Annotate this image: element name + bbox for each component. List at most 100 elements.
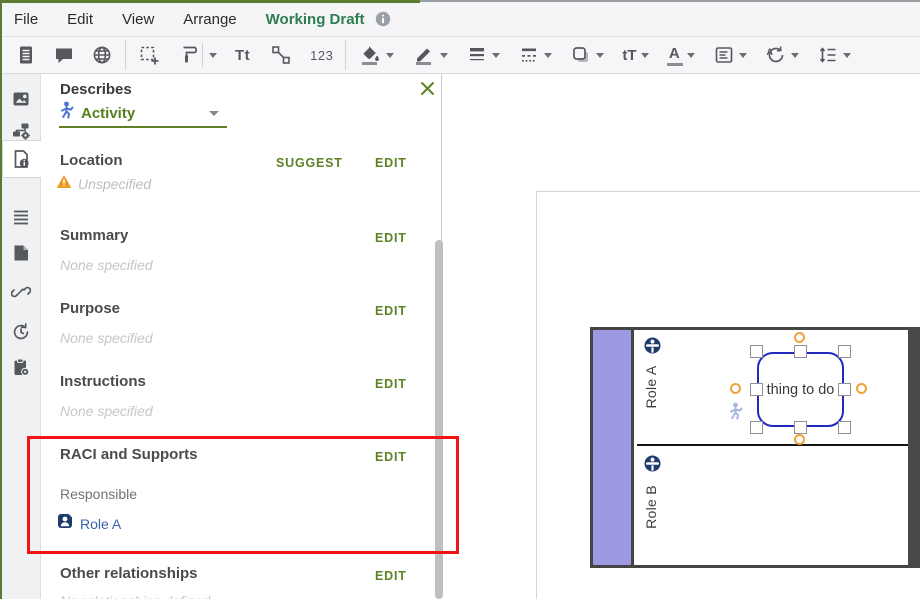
multi-select-icon[interactable] xyxy=(133,40,165,70)
note-icon[interactable] xyxy=(10,242,32,264)
type-selector-underline xyxy=(59,126,227,128)
resize-handle-sw[interactable] xyxy=(750,421,763,434)
history-icon[interactable] xyxy=(10,320,32,342)
info-icon[interactable] xyxy=(375,11,391,27)
activity-icon xyxy=(59,101,74,126)
edit-instructions-button[interactable]: EDIT xyxy=(375,377,407,391)
connection-point-east[interactable] xyxy=(856,383,867,394)
role-link[interactable]: Role A xyxy=(57,513,121,534)
chevron-down-icon[interactable] xyxy=(791,53,799,58)
details-icon[interactable] xyxy=(10,148,32,170)
section-instructions-title: Instructions xyxy=(60,373,146,390)
format-painter-icon[interactable] xyxy=(173,40,222,70)
document-icon[interactable] xyxy=(10,40,42,70)
role-link-label: Role A xyxy=(80,516,121,532)
role-icon xyxy=(644,455,661,477)
resize-handle-n[interactable] xyxy=(794,345,807,358)
font-color-icon[interactable]: A xyxy=(662,40,700,70)
menu-view[interactable]: View xyxy=(122,11,154,28)
resize-handle-w[interactable] xyxy=(750,383,763,396)
instructions-value: None specified xyxy=(60,403,153,419)
chevron-down-icon[interactable] xyxy=(386,53,394,58)
lane-label: Role A xyxy=(643,365,659,408)
swimlane-header-bar[interactable] xyxy=(593,330,634,565)
chevron-down-icon[interactable] xyxy=(440,53,448,58)
resize-handle-e[interactable] xyxy=(838,383,851,396)
activity-type-icon xyxy=(728,402,743,427)
scrollbar-thumb[interactable] xyxy=(435,240,443,599)
lane-role-b[interactable]: Role B xyxy=(637,448,920,565)
swimlane-container[interactable]: Role A Role B xyxy=(590,327,920,568)
chevron-down-icon[interactable] xyxy=(641,53,649,58)
section-location-title: Location xyxy=(60,152,123,169)
menu-file[interactable]: File xyxy=(14,11,38,28)
globe-icon[interactable] xyxy=(86,40,118,70)
left-accent-bar xyxy=(0,0,2,599)
numbering-icon[interactable]: 123 xyxy=(305,40,338,70)
edit-summary-button[interactable]: EDIT xyxy=(375,231,407,245)
close-icon[interactable] xyxy=(419,80,436,97)
chevron-down-icon[interactable] xyxy=(492,53,500,58)
chevron-down-icon xyxy=(209,111,219,116)
menu-edit[interactable]: Edit xyxy=(67,11,93,28)
text-box-icon[interactable] xyxy=(708,40,752,70)
role-icon xyxy=(644,337,661,359)
toolbar: Tt 123 tT xyxy=(0,37,920,74)
edit-raci-button[interactable]: EDIT xyxy=(375,450,407,464)
chevron-down-icon[interactable] xyxy=(544,53,552,58)
text-style-icon[interactable]: Tt xyxy=(230,40,255,70)
diagram-canvas[interactable]: Role A Role B thing to do xyxy=(444,74,920,599)
type-selector[interactable]: Activity xyxy=(59,99,229,127)
resize-handle-s[interactable] xyxy=(794,421,807,434)
connector-icon[interactable] xyxy=(265,40,297,70)
chevron-down-icon[interactable] xyxy=(843,53,851,58)
media-card-icon[interactable] xyxy=(10,88,32,110)
activity-shape[interactable]: thing to do xyxy=(757,352,844,427)
section-purpose-title: Purpose xyxy=(60,300,120,317)
draft-status-label[interactable]: Working Draft xyxy=(266,11,365,28)
chevron-down-icon[interactable] xyxy=(209,53,217,58)
shape-style-icon[interactable] xyxy=(565,40,609,70)
connection-point-north[interactable] xyxy=(794,332,805,343)
edit-location-button[interactable]: EDIT xyxy=(375,156,407,170)
section-raci-title: RACI and Supports xyxy=(60,446,198,463)
toolbar-separator xyxy=(345,40,346,70)
line-spacing-icon[interactable] xyxy=(812,40,856,70)
type-selector-value: Activity xyxy=(81,105,135,122)
rotate-text-icon[interactable]: A xyxy=(760,40,804,70)
chevron-down-icon[interactable] xyxy=(596,53,604,58)
connection-point-south[interactable] xyxy=(794,434,805,445)
lane-label: Role B xyxy=(643,485,659,529)
list-icon[interactable] xyxy=(10,206,32,228)
link-icon[interactable] xyxy=(10,280,32,302)
suggest-button[interactable]: SUGGEST xyxy=(276,156,343,170)
line-width-icon[interactable] xyxy=(461,40,505,70)
connection-point-west[interactable] xyxy=(730,383,741,394)
resize-handle-nw[interactable] xyxy=(750,345,763,358)
process-settings-icon[interactable] xyxy=(10,120,32,142)
edit-purpose-button[interactable]: EDIT xyxy=(375,304,407,318)
font-size-icon[interactable]: tT xyxy=(617,40,653,70)
resize-handle-ne[interactable] xyxy=(838,345,851,358)
summary-value: None specified xyxy=(60,257,153,273)
edit-other-button[interactable]: EDIT xyxy=(375,569,407,583)
section-other-title: Other relationships xyxy=(60,565,198,582)
sidebar xyxy=(0,74,41,599)
resize-handle-se[interactable] xyxy=(838,421,851,434)
chevron-down-icon[interactable] xyxy=(739,53,747,58)
comment-icon[interactable] xyxy=(48,40,80,70)
location-value: Unspecified xyxy=(78,176,151,192)
location-warning-row: Unspecified xyxy=(56,174,151,194)
responsible-label: Responsible xyxy=(60,486,137,502)
line-style-icon[interactable] xyxy=(513,40,557,70)
activity-shape-label: thing to do xyxy=(767,382,835,398)
fill-color-icon[interactable] xyxy=(353,40,399,70)
top-accent-bar xyxy=(0,0,420,3)
panel-title: Describes xyxy=(60,81,132,98)
scrollbar-track xyxy=(441,74,442,242)
tasks-settings-icon[interactable] xyxy=(10,356,32,378)
section-summary-title: Summary xyxy=(60,227,128,244)
line-color-icon[interactable] xyxy=(407,40,453,70)
chevron-down-icon[interactable] xyxy=(687,53,695,58)
menu-arrange[interactable]: Arrange xyxy=(183,11,236,28)
